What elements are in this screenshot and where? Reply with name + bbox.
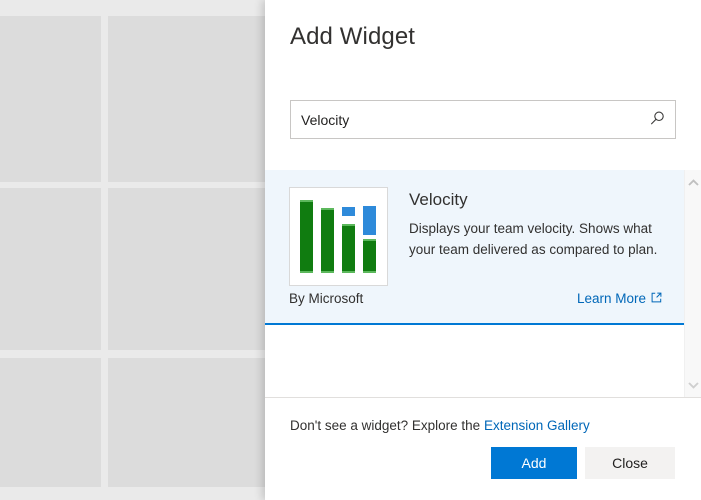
learn-more-link[interactable]: Learn More [577, 290, 662, 308]
chart-bar-delivered [300, 200, 313, 273]
scrollbar-up-button[interactable] [685, 174, 701, 191]
chart-bar [342, 193, 355, 273]
dashboard-tile [108, 16, 265, 182]
chart-bar [300, 193, 313, 273]
extension-gallery-link[interactable]: Extension Gallery [484, 418, 590, 433]
chart-bar-planned [363, 206, 376, 235]
widget-publisher: By Microsoft [289, 290, 363, 308]
widget-results-list[interactable]: Velocity Displays your team velocity. Sh… [265, 170, 701, 397]
chevron-up-icon [688, 174, 699, 192]
close-button[interactable]: Close [585, 447, 675, 479]
external-link-icon [651, 290, 662, 308]
chart-bar-delivered [363, 239, 376, 273]
add-widget-panel: Add Widget Velocity Displays yo [265, 0, 701, 500]
learn-more-label: Learn More [577, 290, 646, 308]
chart-bar [363, 193, 376, 273]
scrollbar-down-button[interactable] [685, 376, 701, 393]
velocity-bar-chart [290, 188, 387, 285]
search-button[interactable] [639, 101, 675, 138]
extension-gallery-note-text: Don't see a widget? Explore the [290, 418, 484, 433]
widget-description: Displays your team velocity. Shows what … [409, 218, 671, 260]
dashboard-tile [0, 358, 101, 487]
dashboard-tile [0, 16, 101, 182]
chart-bar [321, 193, 334, 273]
add-button[interactable]: Add [491, 447, 577, 479]
page-title: Add Widget [290, 20, 415, 54]
chevron-down-icon [688, 376, 699, 394]
chart-bar-delivered [321, 208, 334, 273]
chart-bar-planned [342, 207, 355, 216]
dashboard-tile [108, 358, 265, 487]
widget-card-velocity[interactable]: Velocity Displays your team velocity. Sh… [265, 170, 684, 325]
chart-bar-delivered [342, 224, 355, 273]
search-icon [649, 110, 666, 130]
screen: Add Widget Velocity Displays yo [0, 0, 701, 500]
search-input[interactable] [291, 101, 641, 138]
dashboard-tile [0, 188, 101, 350]
widget-thumbnail [289, 187, 388, 286]
results-scrollbar[interactable] [684, 170, 701, 397]
dashboard-tile [108, 188, 265, 350]
search-box[interactable] [290, 100, 676, 139]
footer-divider [265, 397, 701, 398]
widget-name: Velocity [409, 188, 468, 212]
extension-gallery-note: Don't see a widget? Explore the Extensio… [290, 416, 590, 436]
